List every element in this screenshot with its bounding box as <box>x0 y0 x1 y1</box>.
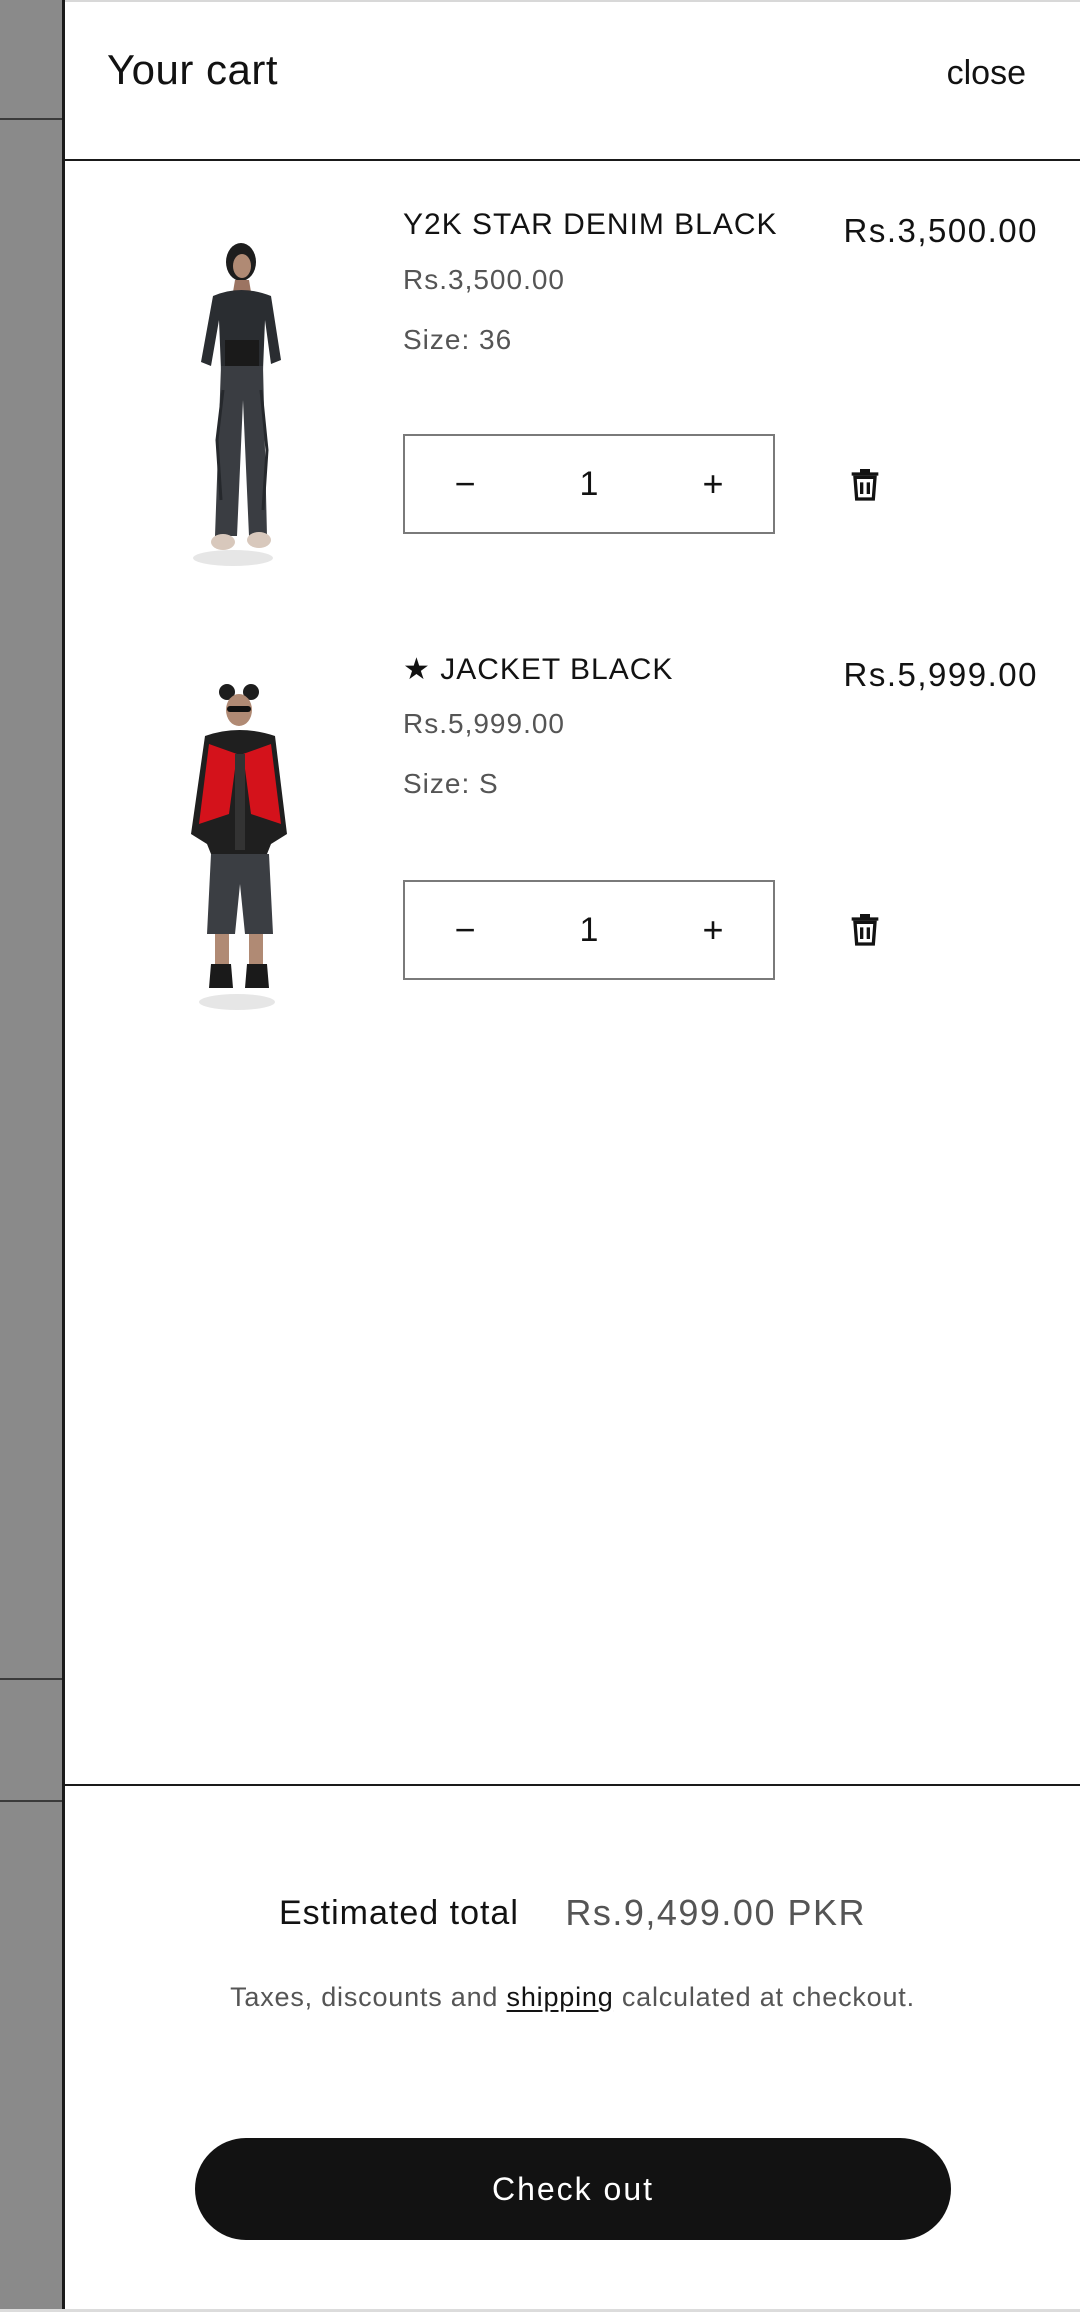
cart-drawer: Your cart close Y2K STAR DENIM BLACK Rs.… <box>62 0 1080 2312</box>
quantity-input[interactable]: 1 <box>525 882 653 978</box>
quantity-stepper: − 1 + <box>403 434 775 534</box>
increase-quantity-button[interactable]: + <box>653 436 773 532</box>
remove-item-button[interactable] <box>845 464 885 504</box>
trash-icon <box>851 469 879 501</box>
product-photo-jacket-icon[interactable] <box>185 684 295 1014</box>
item-size: Size: 36 <box>403 324 513 355</box>
tax-note: Taxes, discounts and shipping calculated… <box>65 1982 1080 2013</box>
item-size: Size: S <box>403 768 499 799</box>
cart-title: Your cart <box>107 46 279 93</box>
item-line-total: Rs.3,500.00 <box>843 212 1038 249</box>
tax-note-prefix: Taxes, discounts and <box>230 1982 507 2012</box>
item-line-total: Rs.5,999.00 <box>843 656 1038 693</box>
increase-quantity-button[interactable]: + <box>653 882 773 978</box>
item-name[interactable]: Y2K STAR DENIM BLACK <box>403 208 778 242</box>
checkout-button[interactable]: Check out <box>195 2138 951 2240</box>
product-photo-denim-icon <box>193 243 281 566</box>
page-backdrop-overlay[interactable] <box>0 0 62 2312</box>
cart-footer: Estimated total Rs.9,499.00 PKR Taxes, d… <box>65 1784 1080 2312</box>
product-photo-denim-icon[interactable] <box>185 240 295 570</box>
estimated-total-label: Estimated total <box>279 1893 519 1932</box>
decrease-quantity-button[interactable]: − <box>405 882 525 978</box>
quantity-input[interactable]: 1 <box>525 436 653 532</box>
remove-item-button[interactable] <box>845 909 885 949</box>
tax-note-suffix: calculated at checkout. <box>613 1982 915 2012</box>
backdrop-divider <box>0 1800 62 1802</box>
shipping-policy-link[interactable]: shipping <box>507 1982 614 2012</box>
backdrop-divider <box>0 118 62 120</box>
decrease-quantity-button[interactable]: − <box>405 436 525 532</box>
close-button[interactable]: close <box>947 54 1026 93</box>
cart-page: Your cart close Y2K STAR DENIM BLACK Rs.… <box>0 0 1080 2312</box>
trash-icon <box>851 914 879 946</box>
product-photo-jacket-icon <box>191 684 287 1010</box>
item-unit-price: Rs.5,999.00 <box>403 708 565 739</box>
cart-item: Y2K STAR DENIM BLACK Rs.3,500.00 Size: 3… <box>65 200 1080 600</box>
item-unit-price: Rs.3,500.00 <box>403 264 565 295</box>
backdrop-divider <box>0 1678 62 1680</box>
estimated-total-value: Rs.9,499.00 PKR <box>565 1892 866 1933</box>
quantity-stepper: − 1 + <box>403 880 775 980</box>
cart-item: ★ JACKET BLACK Rs.5,999.00 Size: S Rs.5,… <box>65 644 1080 1044</box>
estimated-total-row: Estimated total Rs.9,499.00 PKR <box>65 1892 1080 1934</box>
cart-header: Your cart close <box>65 0 1080 161</box>
item-name[interactable]: ★ JACKET BLACK <box>403 652 673 687</box>
